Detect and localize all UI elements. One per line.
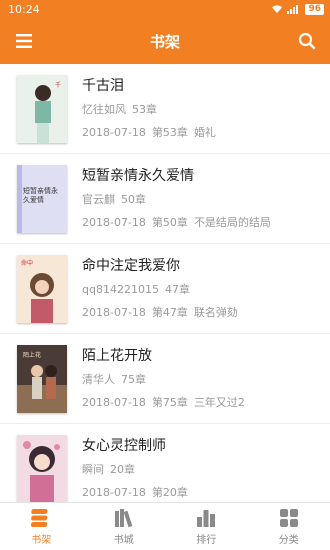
last-chapter: 第20章 [151, 486, 188, 499]
bottom-tab-bar: 书架 书城 排行 分类 [0, 502, 330, 550]
book-title: 陌上花开放 [82, 348, 152, 364]
book-author: 忆往如风 [82, 103, 126, 116]
last-chapter-title: 不是结局的结局 [193, 216, 271, 229]
tab-ranking[interactable]: 排行 [165, 503, 248, 550]
update-date: 2018-07-18 [82, 126, 146, 139]
book-title: 命中注定我爱你 [82, 258, 180, 274]
update-date: 2018-07-18 [82, 216, 146, 229]
svg-text:命中: 命中 [21, 259, 33, 267]
book-author: qq814221015 [82, 283, 159, 296]
book-author: 瞬间 [82, 463, 104, 476]
menu-icon[interactable] [14, 31, 34, 51]
book-chapter-count: 75章 [121, 373, 146, 386]
book-author: 清华人 [82, 373, 115, 386]
tab-label: 分类 [278, 535, 299, 546]
update-date: 2018-07-18 [82, 396, 146, 409]
svg-text:千: 千 [55, 81, 61, 89]
app-header: 书架 [0, 18, 330, 64]
last-chapter-title: 婚礼 [193, 126, 216, 139]
tab-bookshelf[interactable]: 书架 [0, 503, 83, 550]
book-cover: 命中 [17, 255, 67, 323]
book-title: 千古泪 [82, 78, 124, 94]
book-chapter-count: 47章 [164, 283, 190, 296]
tab-category[interactable]: 分类 [248, 503, 330, 550]
book-title: 短暂亲情永久爱情 [82, 168, 194, 184]
book-chapter-count: 20章 [110, 463, 135, 476]
bookshelf-list: 千 千古泪 忆往如风 53章 2018-07-18 第53章 婚礼 短暂亲情永久爱情 … [0, 64, 330, 502]
status-icons: 96 [271, 3, 324, 15]
last-chapter-title: 联名弹劾 [193, 306, 238, 319]
last-chapter: 第47章 [151, 306, 188, 319]
status-bar: 10:24 96 [0, 0, 330, 18]
update-date: 2018-07-18 [82, 306, 146, 319]
last-chapter: 第53章 [151, 126, 188, 139]
status-time: 10:24 [8, 2, 40, 16]
book-cover: 千 [17, 75, 67, 143]
tab-label: 书城 [113, 535, 134, 546]
last-chapter: 第50章 [151, 216, 188, 229]
update-date: 2018-07-18 [82, 486, 146, 499]
cover-title: 短暂亲情永久爱情 [23, 187, 58, 204]
ranking-icon [195, 507, 217, 529]
svg-text:陌上花: 陌上花 [23, 351, 41, 359]
book-cover [17, 435, 67, 502]
signal-icon [287, 5, 299, 14]
book-item[interactable]: 陌上花 陌上花开放 清华人 75章 2018-07-18 第75章 三年又过2 [0, 334, 330, 424]
book-title: 女心灵控制师 [82, 438, 166, 454]
book-item[interactable]: 命中 命中注定我爱你 qq814221015 47章 2018-07-18 第47章… [0, 244, 330, 334]
search-icon[interactable] [297, 31, 317, 51]
category-icon [278, 507, 300, 529]
book-item[interactable]: 短暂亲情永久爱情 短暂亲情永久爱情 官云麒 50章 2018-07-18 第50章不… [0, 154, 330, 244]
page-title: 书架 [149, 32, 180, 51]
book-chapter-count: 50章 [121, 193, 146, 206]
tab-label: 排行 [196, 535, 217, 546]
tab-label: 书架 [31, 535, 52, 546]
bookstore-icon [113, 507, 135, 529]
battery-icon: 96 [305, 3, 324, 15]
bookshelf-icon [30, 507, 52, 529]
book-chapter-count: 53章 [132, 103, 157, 116]
book-cover: 陌上花 [17, 345, 67, 413]
last-chapter: 第75章 [151, 396, 188, 409]
book-item[interactable]: 女心灵控制师 瞬间 20章 2018-07-18 第20章 [0, 424, 330, 502]
book-cover: 短暂亲情永久爱情 [17, 165, 67, 233]
book-item[interactable]: 千 千古泪 忆往如风 53章 2018-07-18 第53章 婚礼 [0, 64, 330, 154]
book-author: 官云麒 [82, 193, 115, 206]
last-chapter-title: 三年又过2 [193, 396, 245, 409]
tab-bookstore[interactable]: 书城 [83, 503, 166, 550]
wifi-icon [272, 5, 283, 13]
